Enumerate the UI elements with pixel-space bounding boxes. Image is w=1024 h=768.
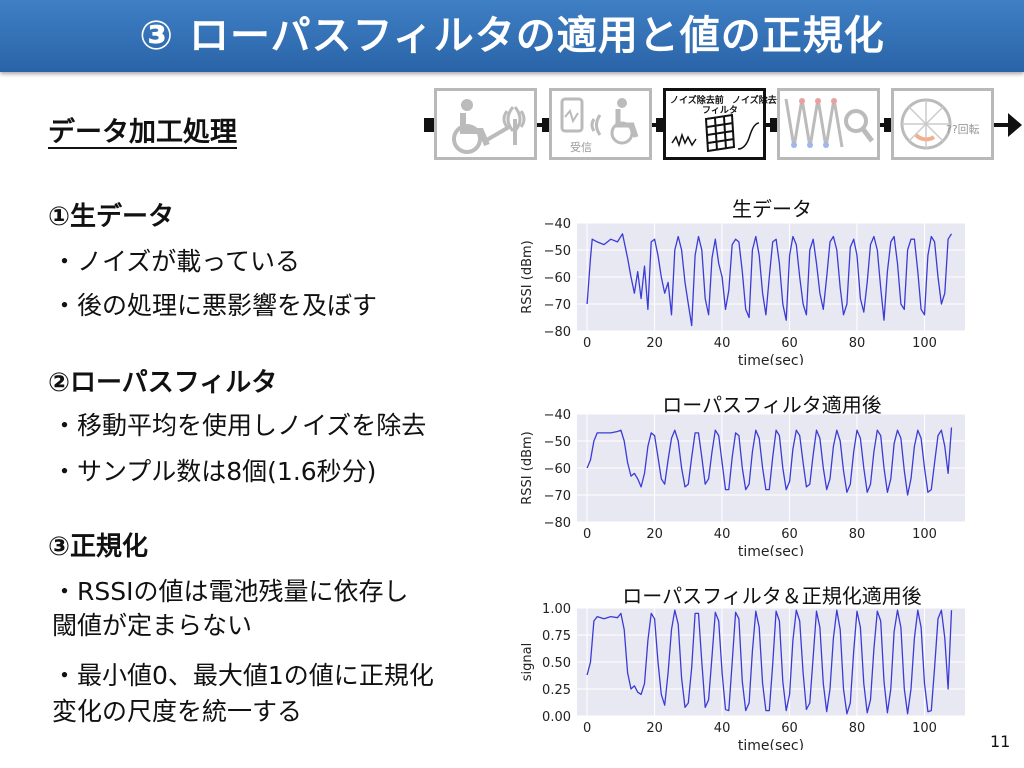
x-tick-label: 0 xyxy=(583,336,591,351)
x-tick-label: 0 xyxy=(583,721,591,736)
bullet-text: ・ノイズが載っている xyxy=(52,247,301,276)
peak-search-icon xyxy=(784,98,874,148)
x-tick-label: 100 xyxy=(912,527,937,542)
x-tick-label: 60 xyxy=(781,527,798,542)
section-heading-normalize: ③正規化 xyxy=(48,532,149,562)
y-tick-label: −40 xyxy=(544,408,571,423)
x-tick-label: 20 xyxy=(646,527,663,542)
stage-filter: ノイズ除去前 フィルタ ノイズ除去後 xyxy=(663,88,786,160)
y-tick-label: −70 xyxy=(544,298,571,313)
y-tick-label: −60 xyxy=(544,462,571,477)
y-tick-label: −50 xyxy=(544,244,571,259)
x-tick-label: 80 xyxy=(849,721,866,736)
subtitle: データ加工処理 xyxy=(48,117,237,148)
x-tick-label: 100 xyxy=(912,336,937,351)
x-tick-label: 40 xyxy=(714,721,731,736)
y-tick-label: −80 xyxy=(544,516,571,531)
title-bar: ③ ローパスフィルタの適用と値の正規化 xyxy=(0,0,1024,72)
wheelchair-transmit-icon xyxy=(452,99,526,154)
y-tick-label: 1.00 xyxy=(542,602,571,617)
stage-receive: 受信 xyxy=(549,88,652,160)
stage-rotation: ??回転 xyxy=(891,88,994,160)
y-tick-label: 0.00 xyxy=(542,710,571,725)
chart-raw-rssi: 0 20 40 60 80 100 −40 −50 −60 −70 −80 time(sec) RSSI… xyxy=(520,217,965,365)
stage-wheelchair-sensor xyxy=(434,88,537,160)
y-tick-label: −40 xyxy=(544,217,571,232)
x-tick-label: 40 xyxy=(714,336,731,351)
pipeline-arrow xyxy=(1008,113,1022,137)
y-axis-label: RSSI (dBm) xyxy=(520,431,535,504)
chart-lowpass-rssi: 0 20 40 60 80 100 −40 −50 −60 −70 −80 time(sec) RSSI… xyxy=(520,408,965,556)
x-tick-label: 20 xyxy=(646,336,663,351)
smartphone-receive-icon xyxy=(560,97,639,145)
bullet-text: 変化の尺度を統一する xyxy=(52,697,303,726)
y-tick-label: 0.50 xyxy=(542,656,571,671)
stage-peak-detect xyxy=(777,88,880,160)
y-axis-label: RSSI (dBm) xyxy=(520,240,535,313)
section-heading-lowpass: ②ローパスフィルタ xyxy=(48,368,278,398)
y-axis-label: signal xyxy=(520,643,535,681)
bullet-text: ・最小値0、最大値1の値に正規化 xyxy=(52,661,434,690)
x-tick-label: 0 xyxy=(583,527,591,542)
bullet-text: 閾値が定まらない xyxy=(52,611,253,640)
x-tick-label: 60 xyxy=(781,721,798,736)
x-tick-label: 20 xyxy=(646,721,663,736)
x-axis-label: time(sec) xyxy=(738,544,804,556)
y-tick-label: −50 xyxy=(544,435,571,450)
page-number: 11 xyxy=(990,732,1011,751)
x-tick-label: 80 xyxy=(849,527,866,542)
x-tick-label: 80 xyxy=(849,336,866,351)
x-tick-label: 60 xyxy=(781,336,798,351)
y-tick-label: −70 xyxy=(544,489,571,504)
x-tick-label: 40 xyxy=(714,527,731,542)
stage-receive-label: 受信 xyxy=(570,141,592,154)
x-axis-label: time(sec) xyxy=(738,738,804,750)
y-tick-label: 0.25 xyxy=(542,683,571,698)
y-tick-label: −60 xyxy=(544,271,571,286)
x-axis-label: time(sec) xyxy=(738,353,804,365)
y-tick-label: −80 xyxy=(544,325,571,340)
chart-normalized-signal: 0 20 40 60 80 100 1.00 0.75 0.50 0.25 0.00 time(sec… xyxy=(520,602,965,750)
x-tick-label: 100 xyxy=(912,721,937,736)
bullet-text: ・後の処理に悪影響を及ぼす xyxy=(52,291,378,320)
process-pipeline: 受信 ノイズ除去前 フィルタ ノイズ除去後 ??回転 xyxy=(420,85,1024,165)
section-heading-raw: ①生データ xyxy=(48,202,175,232)
bullet-text: ・RSSIの値は電池残量に依存し xyxy=(52,577,409,606)
y-tick-label: 0.75 xyxy=(542,629,571,644)
bullet-text: ・移動平均を使用しノイズを除去 xyxy=(52,411,427,440)
slide-title: ③ ローパスフィルタの適用と値の正規化 xyxy=(139,13,885,59)
bullet-text: ・サンプル数は8個(1.6秒分) xyxy=(52,457,377,486)
stage-rotation-label: ??回転 xyxy=(946,123,980,136)
